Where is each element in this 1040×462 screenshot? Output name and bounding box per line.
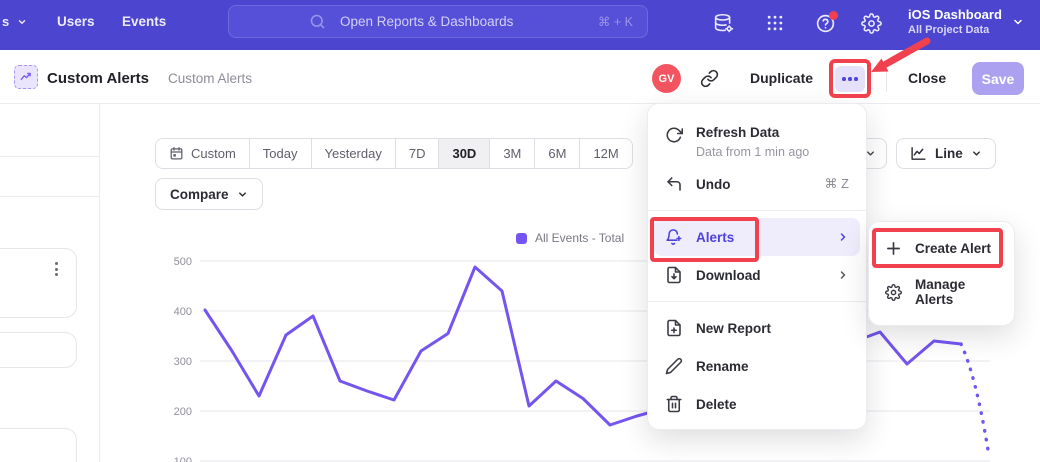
menu-label: Download [696,268,761,283]
refresh-subtitle: Data from 1 min ago [696,145,809,159]
chart-type-label: Line [935,146,963,161]
settings-icon[interactable] [861,13,882,34]
menu-label: Rename [696,359,749,374]
sidebar-row-divider [0,196,99,197]
submenu-label: Manage Alerts [915,277,998,307]
sidebar-card[interactable] [0,428,77,462]
menu-label: Alerts [696,230,734,245]
submenu-item-manage-alerts[interactable]: Manage Alerts [869,267,1014,317]
menu-label: New Report [696,321,771,336]
menu-divider [648,301,866,302]
chart-line-dashed [961,344,988,450]
sidebar-card[interactable] [0,332,77,368]
menu-item-download[interactable]: Download [648,256,866,294]
report-header: Custom Alerts Custom Alerts [0,50,1040,104]
sidebar-divider [99,104,100,462]
file-plus-icon [665,319,683,337]
sidebar-row-divider [0,156,99,157]
header-divider [886,66,887,92]
nav-item-events[interactable]: Events [122,14,166,29]
refresh-icon [665,126,683,144]
menu-label: Refresh Data [696,125,779,140]
duplicate-button[interactable]: Duplicate [750,70,813,86]
menu-divider [648,210,866,211]
line-chart-icon [910,145,927,162]
range-today[interactable]: Today [250,139,312,168]
apps-grid-icon[interactable] [765,13,785,33]
avatar[interactable]: GV [652,64,681,93]
nav-item-partial[interactable]: s [2,14,27,29]
chart-type-button[interactable]: Line [896,138,996,169]
bell-plus-icon [665,228,683,246]
range-custom[interactable]: Custom [156,139,250,168]
undo-icon [665,175,683,193]
sidebar-card[interactable] [0,248,77,318]
project-switcher[interactable]: iOS Dashboard All Project Data [908,6,1024,37]
search-shortcut: ⌘ + K [598,14,633,29]
context-menu: Refresh Data Data from 1 min ago Undo ⌘ … [647,103,867,430]
chevron-right-icon [837,269,849,281]
search-placeholder: Open Reports & Dashboards [340,14,513,29]
trash-icon [665,395,683,413]
svg-text:200: 200 [174,406,192,418]
submenu-label: Create Alert [915,241,991,256]
chevron-down-icon [1012,16,1024,28]
search-input[interactable]: Open Reports & Dashboards ⌘ + K [228,5,648,38]
search-icon [309,13,326,30]
help-notification-dot [829,11,838,20]
app-screen: 100 200 300 400 500 All Events - Total Custo… [0,0,1040,462]
range-yesterday[interactable]: Yesterday [312,139,396,168]
menu-label: Delete [696,397,737,412]
svg-text:100: 100 [174,456,192,462]
report-icon [14,65,38,89]
svg-text:300: 300 [174,356,192,368]
svg-text:400: 400 [174,306,192,318]
chart-legend: All Events - Total [516,231,624,245]
undo-shortcut: ⌘ Z [824,176,849,192]
alerts-submenu: Create Alert Manage Alerts [868,221,1015,326]
plus-icon [885,240,902,257]
close-button[interactable]: Close [908,70,946,86]
menu-item-rename[interactable]: Rename [648,347,866,385]
range-6m[interactable]: 6M [535,139,580,168]
menu-item-new-report[interactable]: New Report [648,309,866,347]
date-range-control: CustomTodayYesterday7D30D3M6M12M [155,138,633,169]
help-icon[interactable] [815,13,836,34]
share-link-icon[interactable] [700,69,719,93]
download-icon [665,266,683,284]
data-management-icon[interactable] [713,13,734,34]
page-title: Custom Alerts [47,70,149,87]
top-nav: s Users Events Open Reports & Dashboards… [0,0,1040,50]
gear-icon [885,284,902,301]
project-name: iOS Dashboard [908,6,1002,23]
compare-button[interactable]: Compare [155,178,263,210]
menu-item-undo[interactable]: Undo ⌘ Z [648,165,866,203]
pencil-icon [665,357,683,375]
range-30d[interactable]: 30D [439,139,490,168]
menu-label: Undo [696,177,731,192]
submenu-item-create-alert[interactable]: Create Alert [869,230,1014,267]
menu-item-alerts[interactable]: Alerts [654,218,860,256]
calendar-icon [169,146,184,161]
chevron-down-icon [237,189,248,200]
svg-text:500: 500 [174,256,192,268]
legend-label: All Events - Total [535,231,624,245]
range-12m[interactable]: 12M [580,139,631,168]
more-options-button[interactable] [835,66,865,92]
compare-label: Compare [170,187,229,202]
nav-partial-label: s [2,14,9,29]
chevron-down-icon [17,17,27,27]
project-scope: All Project Data [908,23,1002,37]
nav-item-users[interactable]: Users [57,14,95,29]
legend-swatch [516,233,527,244]
breadcrumb: Custom Alerts [168,71,252,86]
menu-item-refresh-data[interactable]: Refresh Data Data from 1 min ago [648,115,866,165]
chevron-right-icon [837,231,849,243]
save-button[interactable]: Save [972,62,1024,95]
kebab-menu-icon[interactable] [55,262,58,276]
menu-item-delete[interactable]: Delete [648,385,866,423]
range-7d[interactable]: 7D [396,139,440,168]
range-3m[interactable]: 3M [490,139,535,168]
chevron-down-icon [971,148,982,159]
